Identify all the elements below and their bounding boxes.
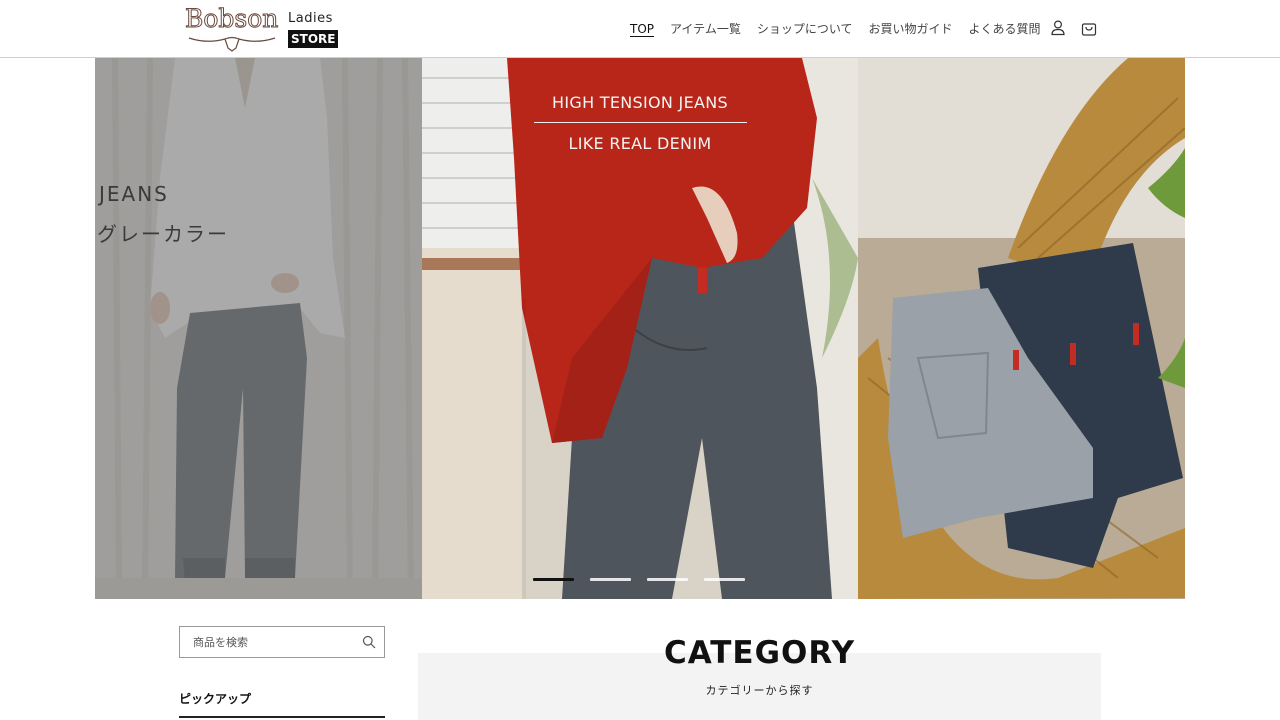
category-title: CATEGORY <box>663 635 856 671</box>
search-input[interactable] <box>180 627 356 657</box>
cart-icon[interactable] <box>1080 19 1098 37</box>
center-slide-tagline: LIKE REAL DENIM <box>568 134 712 153</box>
product-search <box>179 626 385 658</box>
carousel-dot-1[interactable] <box>533 578 574 581</box>
folded-jeans-photo <box>858 58 1185 599</box>
nav-item-items[interactable]: アイテム一覧 <box>670 20 741 40</box>
nav-item-top[interactable]: TOP <box>630 20 654 40</box>
pickup-heading: ピックアップ <box>179 692 252 706</box>
left-slide-subtitle: グレーカラー <box>97 222 229 246</box>
main-nav: TOP アイテム一覧 ショップについて お買い物ガイド よくある質問 <box>630 20 1041 40</box>
nav-item-about-shop[interactable]: ショップについて <box>757 20 853 40</box>
carousel-dot-4[interactable] <box>704 578 745 581</box>
site-header: Bobson Ladies STORE TOP アイテム一覧 ショップについて … <box>0 0 1280 58</box>
hero-slide-high-tension-jeans[interactable]: HIGH TENSION JEANS LIKE REAL DENIM <box>422 58 858 599</box>
hero-slide-grey-jeans[interactable]: JEANS グレーカラー <box>95 58 422 599</box>
logo-ladies-text: Ladies <box>288 11 333 26</box>
center-slide-headline: HIGH TENSION JEANS <box>552 93 728 112</box>
nav-item-faq[interactable]: よくある質問 <box>969 20 1041 40</box>
search-icon[interactable] <box>362 635 376 649</box>
site-logo[interactable]: Bobson Ladies STORE <box>184 4 339 54</box>
category-subtitle: カテゴリーから探す <box>705 684 814 697</box>
logo-brand-text: Bobson <box>184 4 279 34</box>
carousel-dot-3[interactable] <box>647 578 688 581</box>
pickup-divider <box>179 716 385 718</box>
left-slide-title: JEANS <box>99 182 169 206</box>
hero-slide-folded-jeans[interactable] <box>858 58 1185 599</box>
nav-item-shopping-guide[interactable]: お買い物ガイド <box>868 20 952 40</box>
carousel-pagination <box>533 578 745 581</box>
longhorn-logo-icon <box>188 36 276 52</box>
carousel-dot-2[interactable] <box>590 578 631 581</box>
slide-overlay <box>95 58 422 599</box>
logo-store-badge: STORE <box>288 30 339 48</box>
center-slide-divider <box>534 122 747 123</box>
user-icon[interactable] <box>1049 19 1067 37</box>
hero-carousel[interactable]: JEANS グレーカラー HIGH TENSION JEANS LIKE REA… <box>95 58 1185 599</box>
